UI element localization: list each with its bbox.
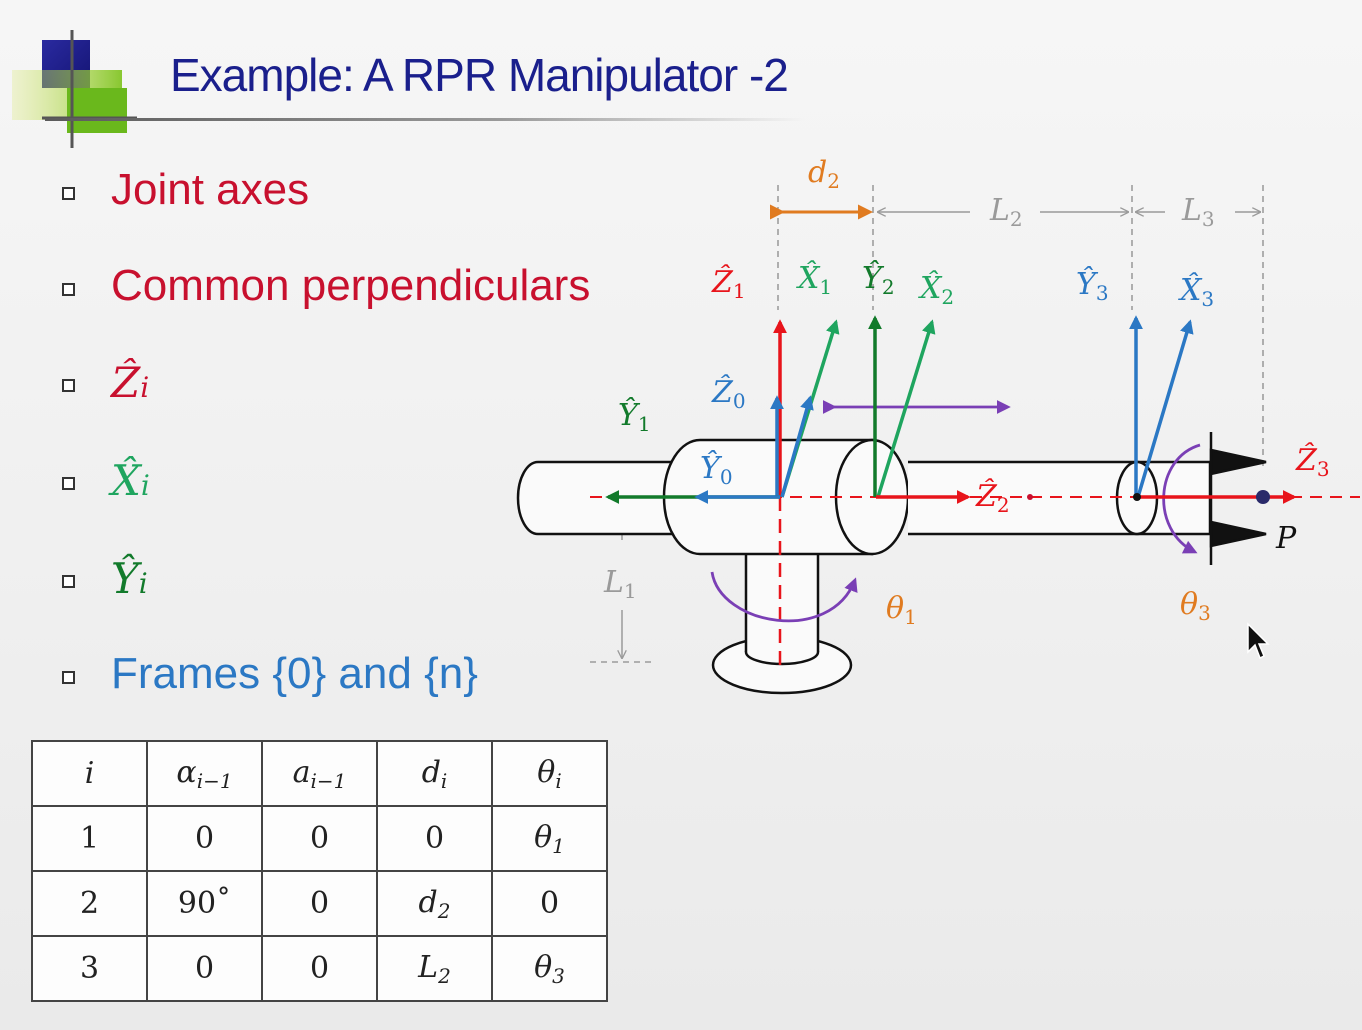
- table-row: 3 0 0 L2 θ3: [31, 935, 608, 1002]
- label-d2: d2: [808, 155, 840, 193]
- point-p-dot: [1256, 490, 1270, 504]
- header-alpha: αi−1: [146, 740, 263, 807]
- label-z0: Ẑ0: [711, 374, 746, 413]
- label-y1: Ŷ1: [618, 397, 651, 436]
- bullet-square-icon: [62, 186, 75, 200]
- slide-title: Example: A RPR Manipulator -2: [170, 49, 789, 101]
- bullet-text: Frames {0} and {n}: [111, 649, 478, 698]
- bullet-text: Joint axes: [111, 165, 310, 214]
- label-z1: Ẑ1: [711, 264, 746, 303]
- cell-d: d2: [376, 870, 493, 937]
- title-underline: [45, 118, 805, 121]
- bullet-math: Ẑi: [111, 357, 150, 407]
- label-l3: L3: [1181, 193, 1215, 231]
- label-y3: Ŷ3: [1076, 266, 1109, 305]
- label-theta1: θ1: [886, 591, 917, 629]
- label-y2: Ŷ2: [862, 260, 895, 299]
- table-row: 2 90˚ 0 d2 0: [31, 870, 608, 937]
- rpr-manipulator-diagram: d2 L2 L3 L1 Ẑ1 X̂1 Ŷ2 X̂2 Ŷ3 X̂3 Ẑ0 Ŷ1 Ŷ…: [516, 155, 1360, 695]
- label-z3: Ẑ3: [1295, 442, 1330, 481]
- header-i: i: [31, 740, 148, 807]
- bullet-math: Ŷi: [111, 553, 148, 603]
- bullet-z-hat: Ẑi: [62, 352, 149, 412]
- cell-a: 0: [261, 805, 378, 872]
- z2-origin-dot: [1027, 494, 1033, 500]
- cell-theta: θ3: [491, 935, 608, 1002]
- bullet-square-icon: [62, 670, 75, 684]
- bullet-square-icon: [62, 476, 75, 490]
- label-theta3: θ3: [1180, 587, 1211, 625]
- table-row: 1 0 0 0 θ1: [31, 805, 608, 872]
- table-header-row: i αi−1 ai−1 di θi: [31, 740, 608, 807]
- cell-d: 0: [376, 805, 493, 872]
- slide-logo-icon: [12, 30, 137, 148]
- cell-alpha: 0: [146, 805, 263, 872]
- cell-d: L2: [376, 935, 493, 1002]
- header-a: ai−1: [261, 740, 378, 807]
- label-l2: L2: [989, 193, 1023, 231]
- label-l1: L1: [603, 565, 637, 603]
- bullet-y-hat: Ŷi: [62, 548, 148, 608]
- label-x1: X̂1: [796, 261, 832, 299]
- mouse-cursor-icon: [1247, 622, 1270, 660]
- bullet-math: X̂i: [111, 455, 150, 505]
- label-p: P: [1275, 521, 1297, 556]
- cell-alpha: 0: [146, 935, 263, 1002]
- cell-theta: 0: [491, 870, 608, 937]
- dimension-guides: [590, 185, 1264, 663]
- label-x3: X̂3: [1178, 273, 1214, 311]
- cell-i: 2: [31, 870, 148, 937]
- bullet-x-hat: X̂i: [62, 450, 150, 510]
- cell-alpha: 90˚: [146, 870, 263, 937]
- dh-parameter-table: i αi−1 ai−1 di θi 1 0 0 0 θ1 2 90˚ 0 d2 …: [31, 740, 608, 1002]
- frame3-origin-dot: [1133, 493, 1141, 501]
- bullet-square-icon: [62, 378, 75, 392]
- label-x2: X̂2: [918, 271, 954, 309]
- bullet-square-icon: [62, 282, 75, 296]
- header-theta: θi: [491, 740, 608, 807]
- cell-a: 0: [261, 935, 378, 1002]
- header-d: di: [376, 740, 493, 807]
- cell-i: 3: [31, 935, 148, 1002]
- bullet-frames: Frames {0} and {n}: [62, 644, 478, 704]
- bullet-joint-axes: Joint axes: [62, 160, 309, 220]
- cell-a: 0: [261, 870, 378, 937]
- cell-i: 1: [31, 805, 148, 872]
- bullet-square-icon: [62, 574, 75, 588]
- cell-theta: θ1: [491, 805, 608, 872]
